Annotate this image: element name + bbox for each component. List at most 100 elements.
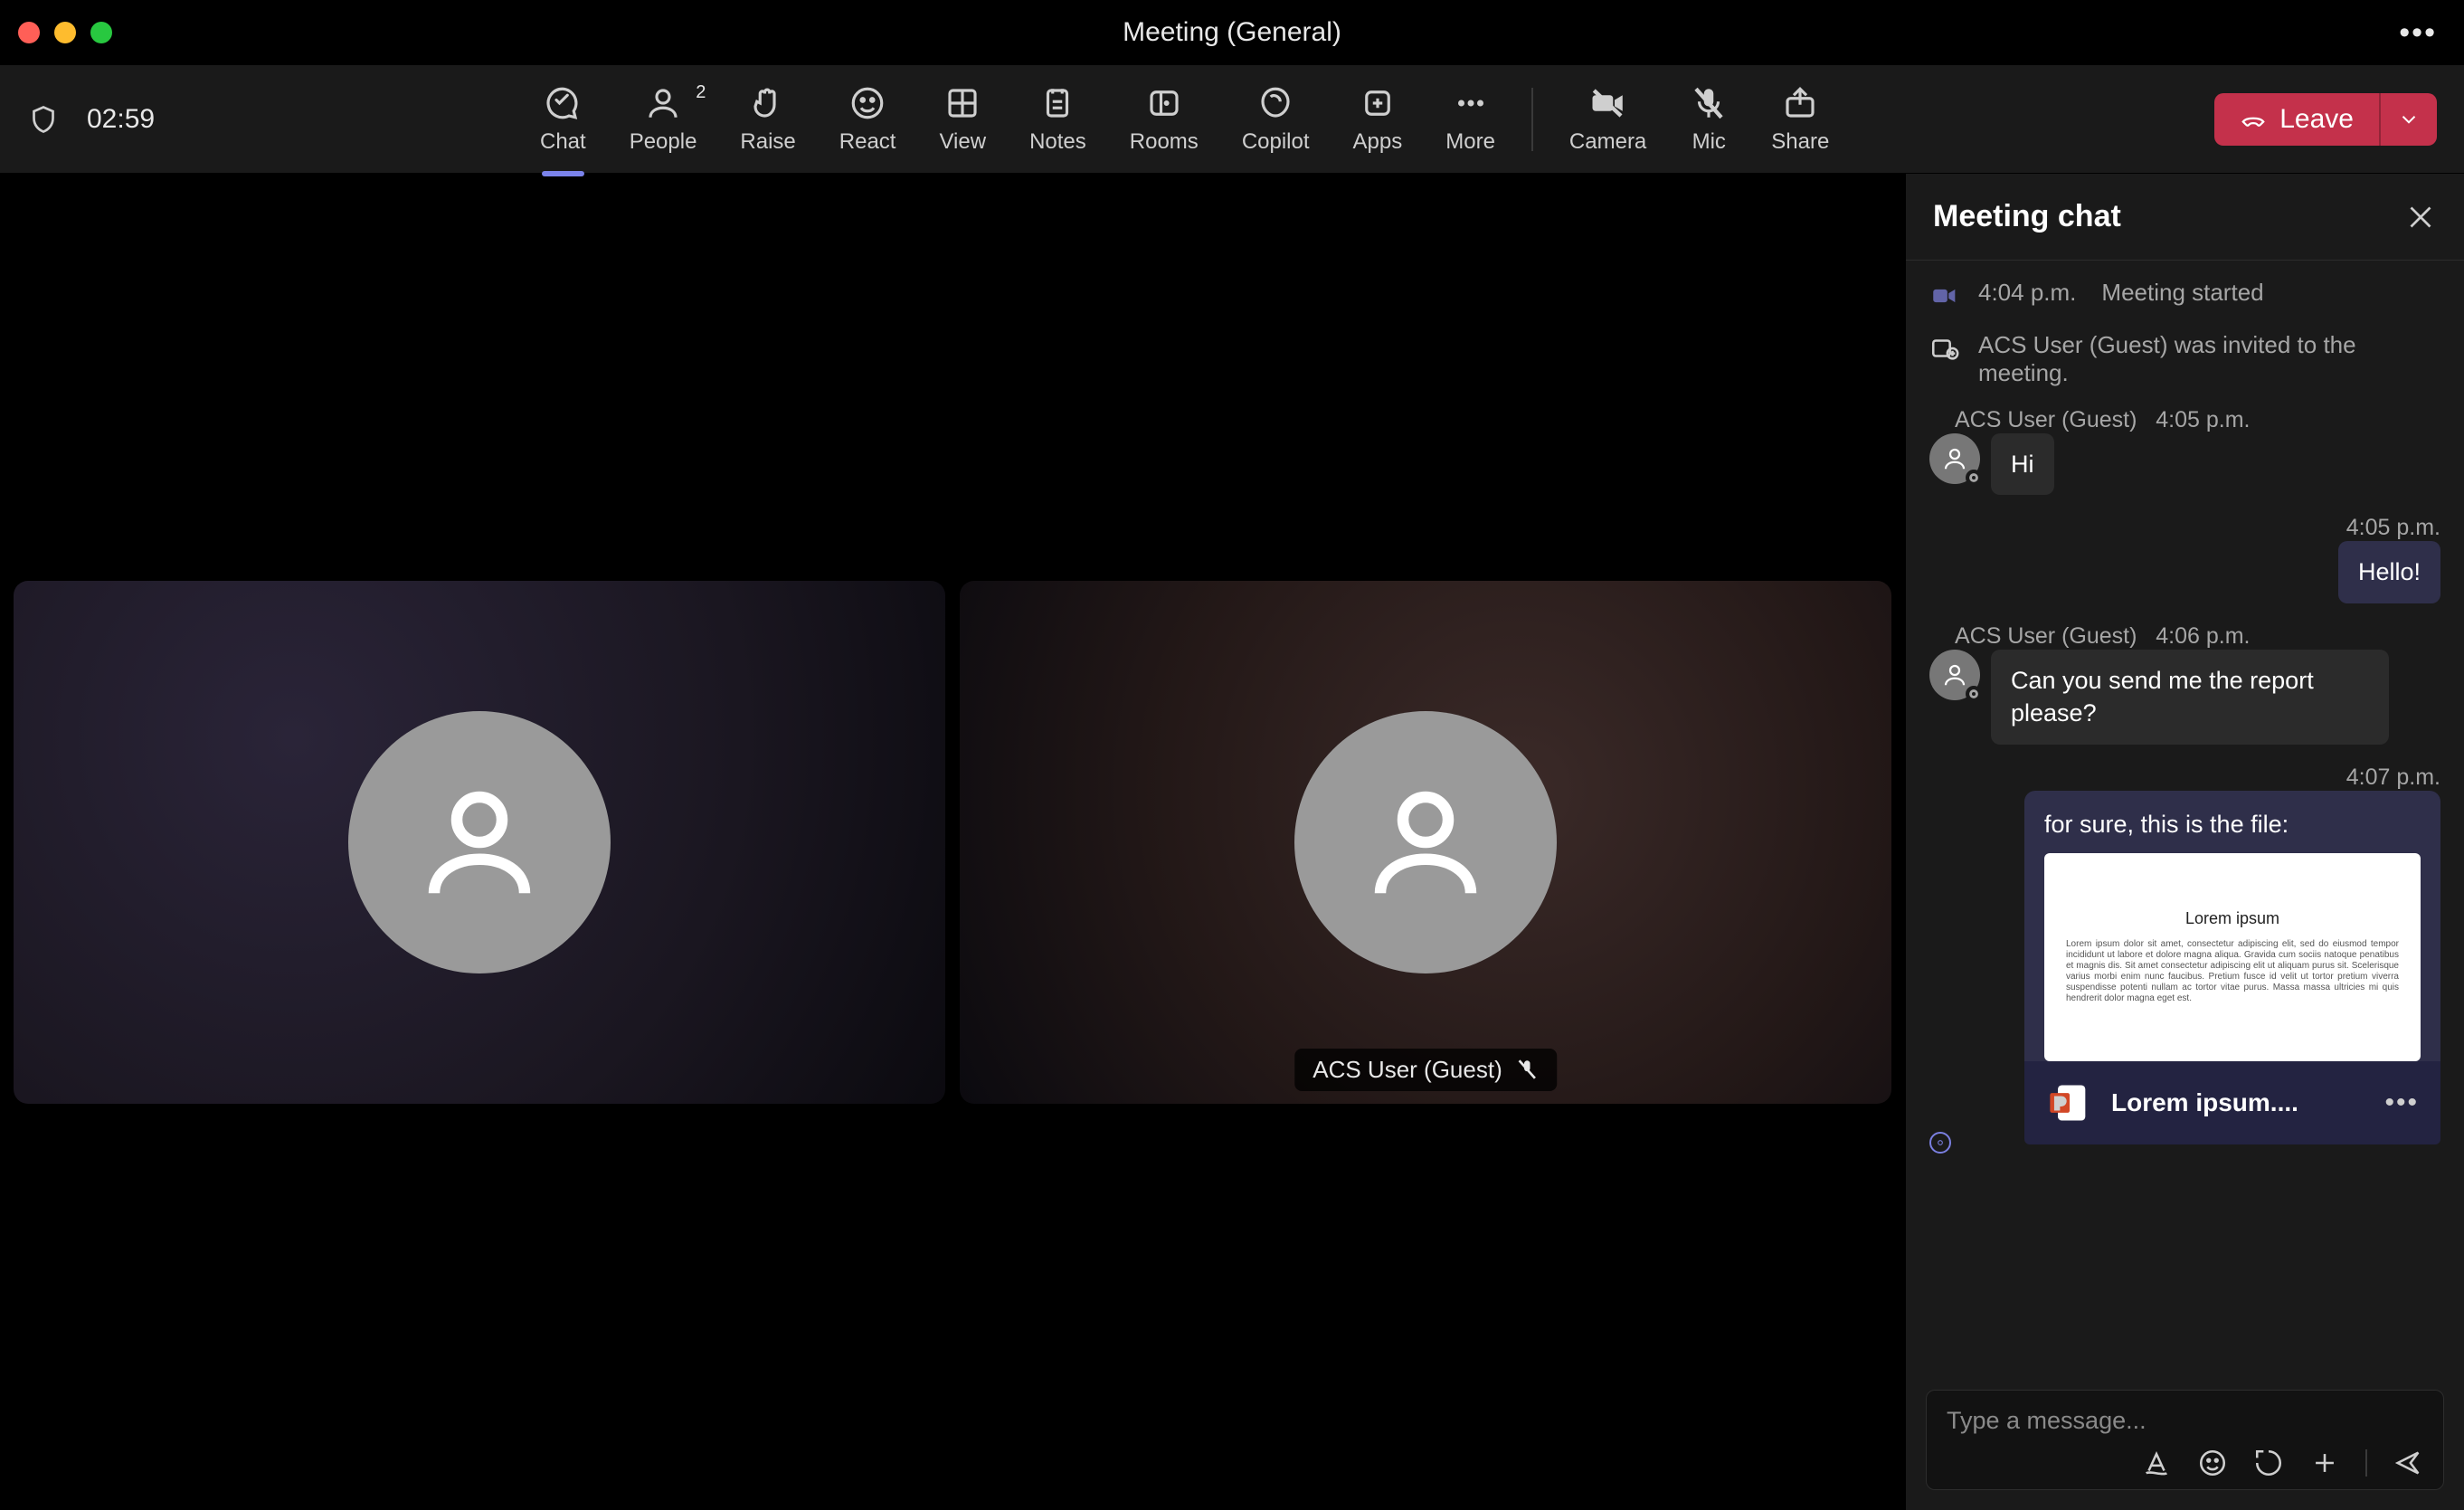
leave-label: Leave: [2279, 104, 2354, 135]
message-bubble[interactable]: Hello!: [2338, 541, 2440, 603]
message-row: Can you send me the report please?: [1929, 650, 2440, 745]
loop-icon[interactable]: [2253, 1448, 2284, 1478]
participant-tile-self[interactable]: [14, 581, 945, 1104]
compose-box: [1926, 1390, 2444, 1490]
msg-time: 4:07 p.m.: [1929, 764, 2440, 791]
format-icon[interactable]: [2141, 1448, 2172, 1478]
chat-body: 4:04 p.m. Meeting started ACS User (Gues…: [1906, 261, 2464, 1370]
msg-author: ACS User (Guest): [1955, 407, 2137, 432]
rooms-label: Rooms: [1130, 129, 1199, 155]
chat-title: Meeting chat: [1933, 199, 2121, 234]
participant-name-tag: ACS User (Guest): [1294, 1049, 1557, 1091]
people-label: People: [630, 129, 697, 155]
rooms-button[interactable]: Rooms: [1126, 79, 1202, 160]
file-name: Lorem ipsum....: [2111, 1088, 2366, 1117]
send-button[interactable]: [2393, 1448, 2423, 1478]
more-icon: [1452, 84, 1490, 122]
leave-button[interactable]: Leave: [2214, 93, 2379, 146]
react-icon: [848, 84, 886, 122]
window-controls: [18, 22, 112, 43]
notes-label: Notes: [1029, 129, 1086, 155]
raise-hand-button[interactable]: Raise: [736, 79, 799, 160]
avatar-small: [1929, 650, 1980, 700]
people-icon: [644, 84, 682, 122]
presence-dot: [1966, 470, 1982, 486]
participant-tile-guest[interactable]: ACS User (Guest): [960, 581, 1891, 1104]
notes-button[interactable]: Notes: [1026, 79, 1090, 160]
apps-icon: [1359, 84, 1397, 122]
file-thumbnail[interactable]: Lorem ipsum Lorem ipsum dolor sit amet, …: [2044, 853, 2421, 1061]
mic-label: Mic: [1692, 129, 1726, 155]
person-icon: [1358, 774, 1493, 910]
raise-label: Raise: [740, 129, 795, 155]
file-message-card[interactable]: for sure, this is the file: Lorem ipsum …: [2024, 791, 2440, 1144]
view-label: View: [939, 129, 986, 155]
titlebar-more-icon[interactable]: •••: [2399, 15, 2437, 51]
leave-options-button[interactable]: [2379, 93, 2437, 146]
message-row: Hello!: [1929, 541, 2440, 603]
presence-dot: [1966, 686, 1982, 702]
meeting-toolbar: 02:59 Chat 2 People Raise React View Not…: [0, 65, 2464, 174]
copilot-icon: [1256, 84, 1294, 122]
avatar-placeholder: [348, 711, 611, 973]
mic-muted-icon: [1515, 1058, 1539, 1081]
view-button[interactable]: View: [935, 79, 990, 160]
thumb-body: Lorem ipsum dolor sit amet, consectetur …: [2061, 939, 2404, 1004]
chat-icon: [544, 84, 582, 122]
message-text: for sure, this is the file:: [2044, 811, 2421, 839]
person-icon: [412, 774, 547, 910]
event-time: 4:04 p.m.: [1978, 279, 2076, 307]
msg-time: 4:05 p.m.: [2156, 407, 2250, 432]
people-button[interactable]: 2 People: [626, 79, 701, 160]
message-meta: ACS User (Guest) 4:06 p.m.: [1929, 623, 2440, 650]
message-input[interactable]: [1947, 1407, 2423, 1435]
react-button[interactable]: React: [836, 79, 900, 160]
chat-header: Meeting chat: [1906, 174, 2464, 261]
share-button[interactable]: Share: [1767, 79, 1833, 160]
maximize-window-icon[interactable]: [90, 22, 112, 43]
message-bubble[interactable]: Hi: [1991, 433, 2054, 495]
apps-button[interactable]: Apps: [1350, 79, 1407, 160]
message-meta: ACS User (Guest) 4:05 p.m.: [1929, 407, 2440, 433]
mic-button[interactable]: Mic: [1686, 79, 1731, 160]
view-icon: [943, 84, 981, 122]
attach-plus-icon[interactable]: [2309, 1448, 2340, 1478]
chevron-down-icon: [2397, 108, 2421, 131]
minimize-window-icon[interactable]: [54, 22, 76, 43]
invited-event: ACS User (Guest) was invited to the meet…: [1929, 331, 2440, 387]
compose-separator: [2365, 1449, 2367, 1477]
msg-time: 4:05 p.m.: [1929, 515, 2440, 541]
close-chat-button[interactable]: [2404, 201, 2437, 233]
copilot-button[interactable]: Copilot: [1238, 79, 1313, 160]
camera-button[interactable]: Camera: [1566, 79, 1650, 160]
powerpoint-icon: P: [2046, 1079, 2093, 1126]
privacy-shield-icon[interactable]: [27, 103, 60, 136]
close-window-icon[interactable]: [18, 22, 40, 43]
message-row: for sure, this is the file: Lorem ipsum …: [1929, 791, 2440, 1144]
more-button[interactable]: More: [1442, 79, 1499, 160]
message-bubble[interactable]: Can you send me the report please?: [1991, 650, 2389, 745]
toolbar-separator: [1531, 88, 1533, 151]
invited-text: ACS User (Guest) was invited to the meet…: [1978, 331, 2440, 387]
chat-panel: Meeting chat 4:04 p.m. Meeting started A…: [1905, 174, 2464, 1510]
leave-button-group: Leave: [2214, 93, 2437, 146]
file-more-button[interactable]: •••: [2384, 1087, 2419, 1118]
share-label: Share: [1771, 129, 1829, 155]
participant-name: ACS User (Guest): [1313, 1056, 1502, 1084]
person-icon: [1941, 661, 1968, 689]
share-icon: [1781, 84, 1819, 122]
chat-button[interactable]: Chat: [536, 79, 590, 160]
copilot-label: Copilot: [1242, 129, 1310, 155]
avatar-placeholder: [1294, 711, 1557, 973]
event-text: Meeting started: [2101, 279, 2263, 307]
more-label: More: [1445, 129, 1495, 155]
message-row: Hi: [1929, 433, 2440, 495]
window-title: Meeting (General): [1123, 17, 1341, 48]
emoji-icon[interactable]: [2197, 1448, 2228, 1478]
person-icon: [1941, 445, 1968, 472]
msg-time: 4:06 p.m.: [2156, 623, 2250, 649]
react-label: React: [839, 129, 896, 155]
camera-label: Camera: [1569, 129, 1646, 155]
meeting-invite-icon: [1929, 333, 1960, 364]
apps-label: Apps: [1353, 129, 1403, 155]
